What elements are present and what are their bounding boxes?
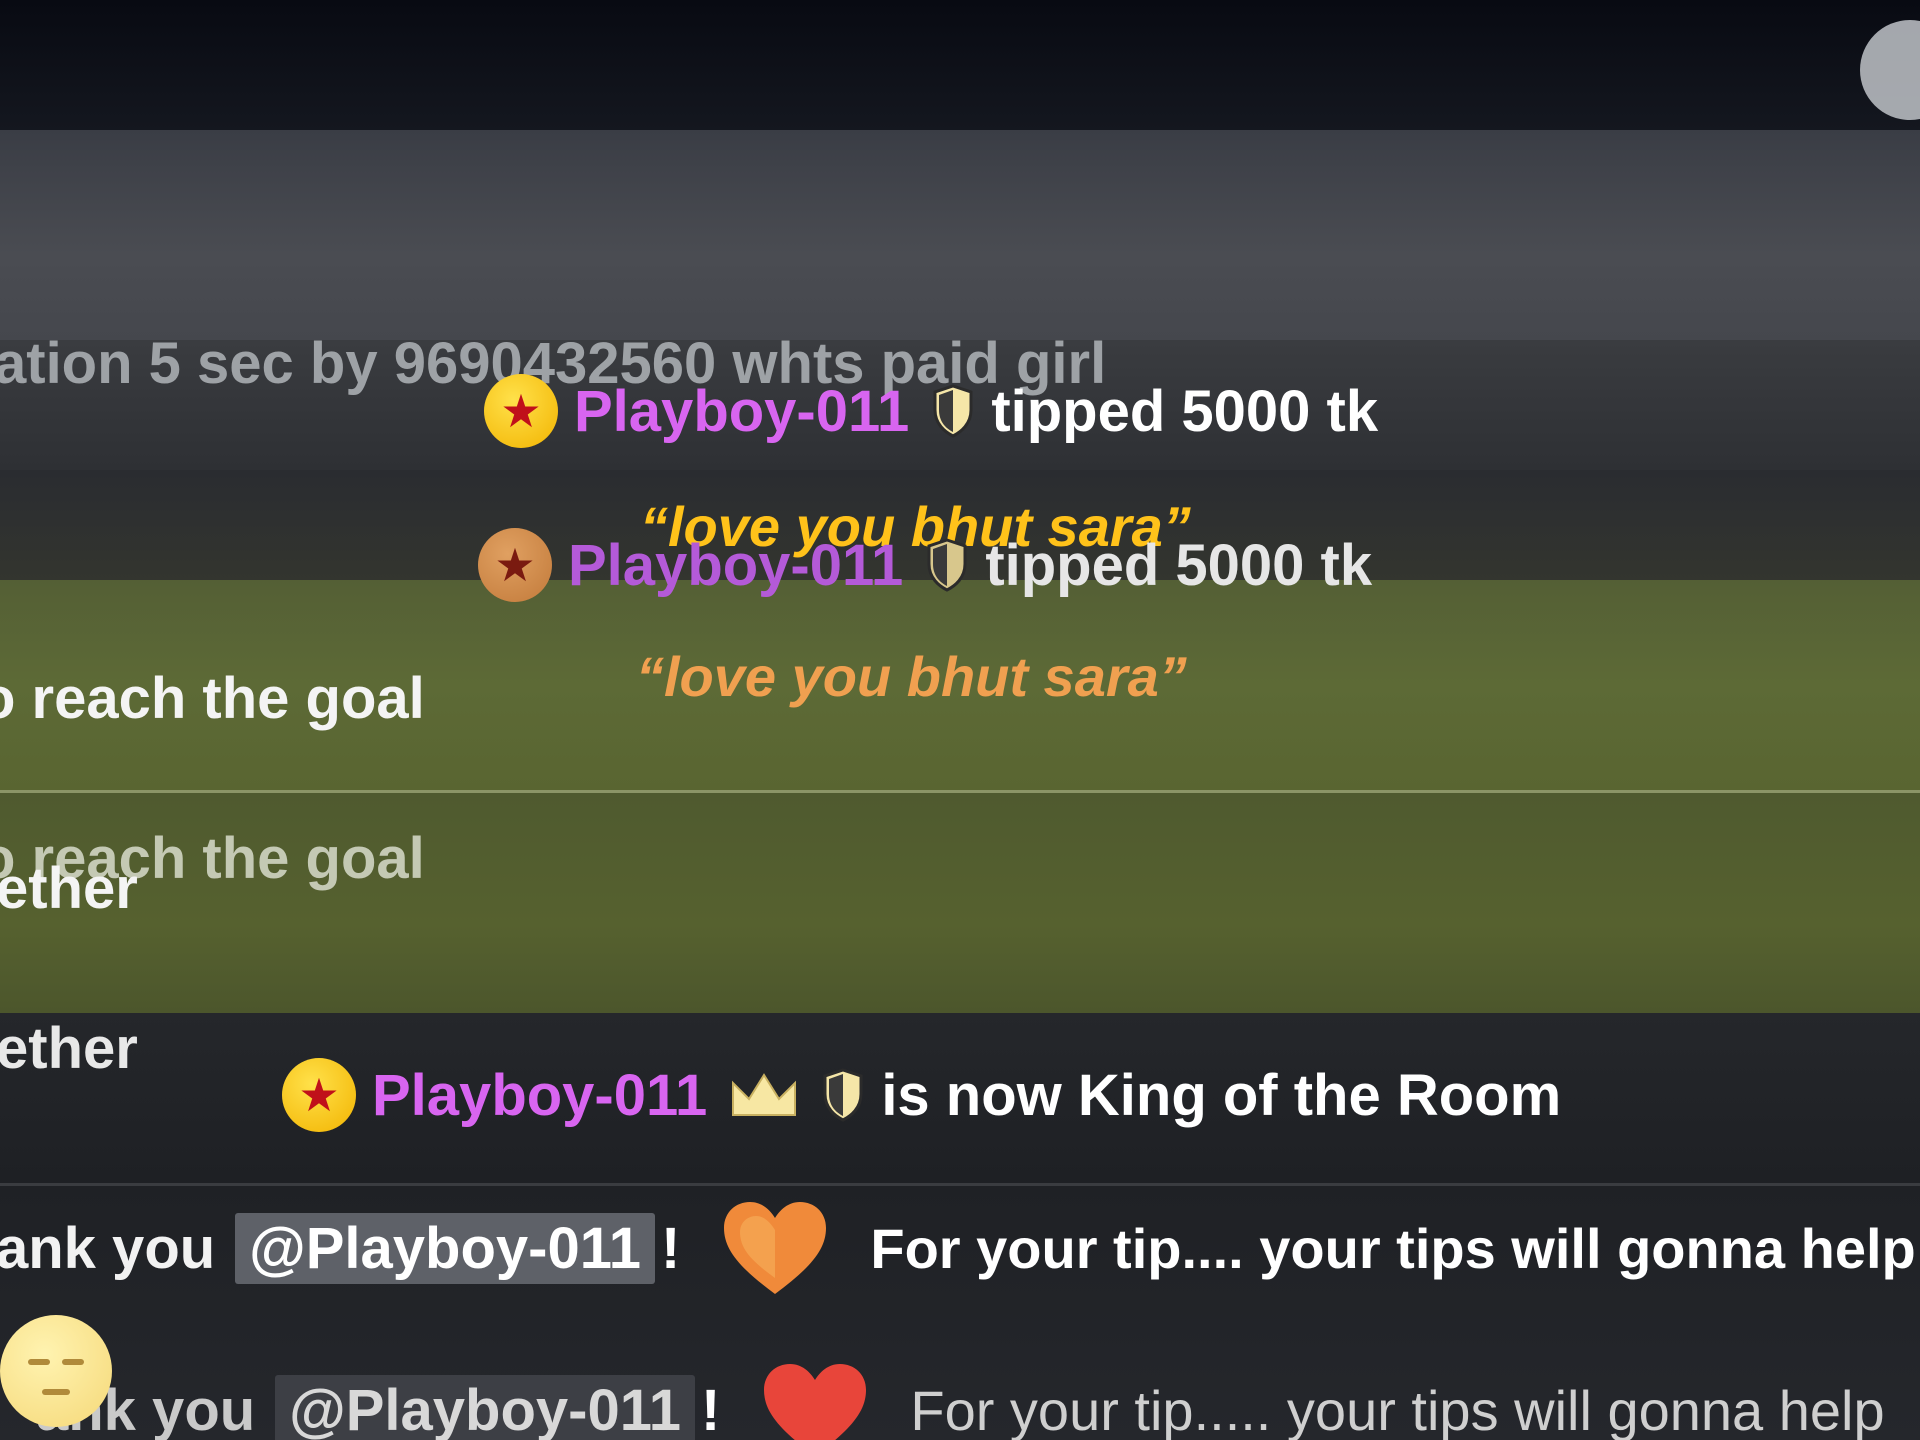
top-bar bbox=[0, 0, 1920, 140]
neutral-face-emoji-icon bbox=[0, 1315, 112, 1427]
user-mention[interactable]: @Playboy-011 bbox=[235, 1212, 656, 1284]
king-notification: ★ Playboy-011 is now King of the Room bbox=[282, 1058, 1561, 1132]
header-area bbox=[0, 130, 1920, 340]
exclamation: ! bbox=[661, 1215, 681, 1281]
ether-text: ether bbox=[0, 1016, 138, 1081]
star-badge-icon: ★ bbox=[282, 1058, 356, 1132]
user-mention[interactable]: @Playboy-011 bbox=[275, 1374, 696, 1440]
username[interactable]: Playboy-011 bbox=[568, 532, 903, 599]
thanks-message: For your tip.... your tips will gonna he… bbox=[870, 1216, 1916, 1280]
tip-quote: “love you bhut sara” bbox=[636, 645, 1187, 708]
goal-text: o reach the goal bbox=[0, 666, 425, 731]
ether-text: ether bbox=[0, 856, 138, 921]
star-badge-icon: ★ bbox=[478, 528, 552, 602]
shield-icon bbox=[933, 384, 973, 438]
thanks-text: ank you bbox=[0, 1215, 216, 1281]
chat-screen: ation 5 sec by 9690432560 whts paid girl… bbox=[0, 0, 1920, 1440]
chat-message: ank you @Playboy-011 ! For your tip.... … bbox=[0, 1198, 1916, 1298]
crown-icon bbox=[732, 1073, 797, 1116]
tip-message: tipped 5000 tk bbox=[985, 532, 1373, 598]
shield-icon bbox=[823, 1068, 863, 1122]
exclamation: ! bbox=[701, 1377, 721, 1440]
thanks-message: For your tip..... your tips will gonna h… bbox=[910, 1378, 1885, 1440]
heart-icon bbox=[724, 1202, 827, 1294]
star-badge-icon: ★ bbox=[484, 374, 558, 448]
tip-notification: ★ Playboy-011 tipped 5000 tk bbox=[484, 374, 1378, 448]
shield-icon bbox=[927, 538, 967, 592]
username[interactable]: Playboy-011 bbox=[574, 378, 909, 445]
tip-notification: ★ Playboy-011 tipped 5000 tk bbox=[478, 528, 1372, 602]
heart-icon bbox=[764, 1364, 867, 1440]
king-message: is now King of the Room bbox=[881, 1062, 1562, 1128]
tip-message: tipped 5000 tk bbox=[991, 378, 1379, 444]
username[interactable]: Playboy-011 bbox=[372, 1062, 707, 1129]
chat-message: ank you @Playboy-011 ! For your tip.....… bbox=[0, 1360, 1885, 1440]
